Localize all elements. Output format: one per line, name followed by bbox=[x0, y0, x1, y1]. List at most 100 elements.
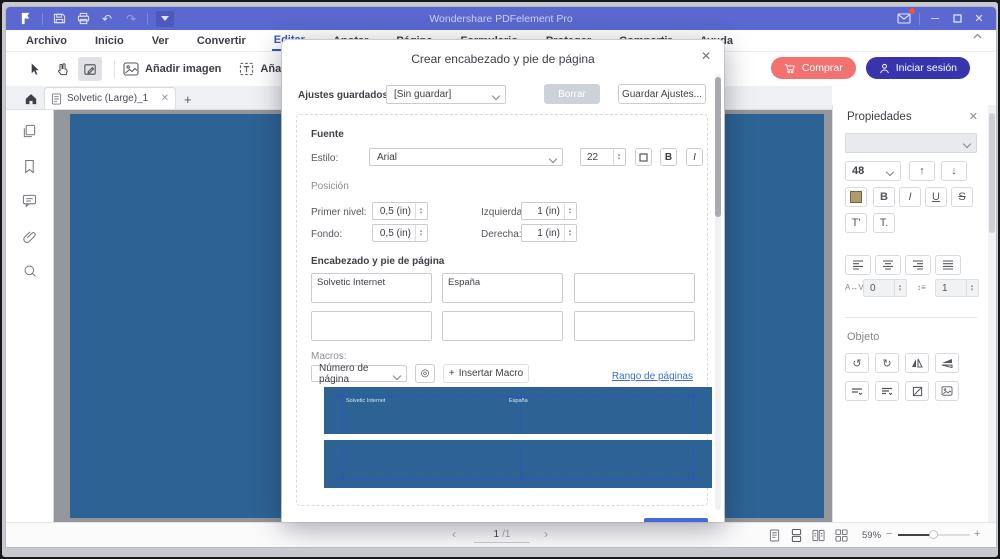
previous-page-icon[interactable]: ‹ bbox=[452, 527, 456, 541]
macro-select[interactable]: Número de página bbox=[311, 363, 407, 385]
print-icon[interactable] bbox=[74, 10, 92, 28]
decrease-size-button[interactable]: ↓ bbox=[941, 161, 967, 181]
distribute-objects-dropdown-icon[interactable] bbox=[875, 381, 899, 401]
dialog-close-icon[interactable]: ✕ bbox=[701, 49, 711, 63]
hand-tool-icon[interactable] bbox=[50, 57, 74, 81]
underline-button[interactable]: U bbox=[925, 187, 947, 207]
document-scrollbar[interactable] bbox=[988, 105, 996, 522]
subscript-button[interactable]: T. bbox=[873, 213, 895, 233]
zoom-slider[interactable] bbox=[898, 530, 970, 539]
font-bold-button[interactable]: B bbox=[660, 148, 677, 166]
grid-view-icon[interactable] bbox=[833, 528, 849, 543]
rotate-left-icon[interactable]: ↺ bbox=[845, 353, 869, 373]
align-center-button[interactable] bbox=[875, 255, 901, 275]
align-right-button[interactable] bbox=[905, 255, 931, 275]
menu-convertir[interactable]: Convertir bbox=[195, 32, 248, 50]
first-level-input[interactable]: 0,5 (in) ▴ ▾ bbox=[372, 202, 428, 220]
zoom-in-icon[interactable]: + bbox=[974, 528, 980, 540]
bold-button[interactable]: B bbox=[873, 187, 895, 207]
document-tab[interactable]: Solvetic (Large)_1 ✕ bbox=[44, 87, 176, 109]
line-spacing-input[interactable]: 1 ▴ ▾ bbox=[935, 279, 979, 297]
header-center-cell[interactable]: España bbox=[442, 273, 563, 303]
right-input[interactable]: 1 (in) ▴ ▾ bbox=[521, 224, 577, 242]
insert-macro-button[interactable]: + Insertar Macro bbox=[443, 364, 529, 383]
menu-inicio[interactable]: Inicio bbox=[93, 32, 126, 50]
strikethrough-button[interactable]: S bbox=[951, 187, 973, 207]
font-family-select[interactable] bbox=[845, 133, 977, 153]
align-objects-dropdown-icon[interactable] bbox=[845, 381, 869, 401]
save-icon[interactable] bbox=[50, 10, 68, 28]
quick-toolbar-dropdown[interactable] bbox=[156, 10, 174, 27]
attachments-icon[interactable] bbox=[19, 225, 41, 247]
align-justify-button[interactable] bbox=[935, 255, 961, 275]
single-page-view-icon[interactable] bbox=[766, 528, 782, 543]
stepper-arrows[interactable]: ▴ ▾ bbox=[894, 280, 905, 296]
undo-icon[interactable]: ↶ bbox=[98, 10, 116, 28]
close-tab-icon[interactable]: ✕ bbox=[161, 93, 169, 104]
buy-button[interactable]: Comprar bbox=[770, 57, 856, 79]
dialog-content-box: Fuente Estilo: Arial 22 ▴ ▾ B I Posición … bbox=[296, 114, 712, 506]
crop-icon[interactable] bbox=[905, 381, 929, 401]
stepper-arrows[interactable]: ▴ ▾ bbox=[564, 225, 575, 241]
minimize-button[interactable]: ─ bbox=[924, 9, 946, 29]
saved-settings-select[interactable]: [Sin guardar] bbox=[386, 85, 506, 104]
macro-settings-icon[interactable]: ◎ bbox=[415, 364, 435, 383]
close-button[interactable]: ✕ bbox=[968, 9, 990, 29]
footer-center-cell[interactable] bbox=[442, 311, 563, 341]
thumbnails-icon[interactable] bbox=[19, 120, 41, 142]
align-left-button[interactable] bbox=[845, 255, 871, 275]
edit-tool-icon[interactable] bbox=[78, 57, 102, 81]
superscript-button[interactable]: T' bbox=[845, 213, 867, 233]
menu-ver[interactable]: Ver bbox=[150, 32, 171, 50]
letter-spacing-input[interactable]: 0 ▴ ▾ bbox=[863, 279, 907, 297]
flip-horizontal-icon[interactable] bbox=[905, 353, 929, 373]
font-style-select[interactable]: Arial bbox=[369, 148, 563, 166]
maximize-button[interactable] bbox=[946, 9, 968, 29]
comments-icon[interactable] bbox=[19, 190, 41, 212]
next-page-icon[interactable]: › bbox=[544, 527, 548, 541]
left-input[interactable]: 1 (in) ▴ ▾ bbox=[521, 202, 577, 220]
stepper-arrows[interactable]: ▴ ▾ bbox=[415, 203, 426, 219]
home-icon[interactable] bbox=[18, 87, 44, 109]
page-number-input[interactable]: 1 /1 bbox=[474, 527, 530, 543]
font-size-input[interactable]: 22 ▴ ▾ bbox=[580, 148, 626, 166]
bookmarks-icon[interactable] bbox=[19, 155, 41, 177]
footer-left-cell[interactable] bbox=[311, 311, 432, 341]
font-italic-button[interactable]: I bbox=[686, 148, 703, 166]
continuous-view-icon[interactable] bbox=[788, 528, 804, 543]
select-tool-icon[interactable] bbox=[22, 57, 46, 81]
font-color-button[interactable] bbox=[635, 148, 652, 166]
search-icon[interactable] bbox=[19, 260, 41, 282]
stepper-arrows[interactable]: ▴ ▾ bbox=[415, 225, 426, 241]
redo-icon[interactable]: ↷ bbox=[122, 10, 140, 28]
font-color-button[interactable] bbox=[845, 187, 867, 207]
sign-in-button[interactable]: Iniciar sesión bbox=[865, 57, 970, 79]
rotate-right-icon[interactable]: ↻ bbox=[875, 353, 899, 373]
menu-archivo[interactable]: Archivo bbox=[24, 32, 69, 50]
stepper-arrows[interactable]: ▴ ▾ bbox=[613, 149, 624, 165]
zoom-out-icon[interactable]: − bbox=[886, 528, 892, 540]
italic-button[interactable]: I bbox=[899, 187, 921, 207]
add-image-button[interactable]: Añadir imagen bbox=[123, 62, 221, 76]
bottom-input[interactable]: 0,5 (in) ▴ ▾ bbox=[372, 224, 428, 242]
collapse-ribbon-icon[interactable] bbox=[973, 33, 982, 39]
two-page-view-icon[interactable] bbox=[810, 528, 826, 543]
zoom-slider-thumb[interactable] bbox=[929, 530, 938, 539]
footer-right-cell[interactable] bbox=[574, 311, 695, 341]
dialog-scrollbar-thumb[interactable] bbox=[715, 77, 721, 217]
stepper-arrows[interactable]: ▴ ▾ bbox=[966, 280, 977, 296]
new-tab-button[interactable]: + bbox=[184, 92, 192, 109]
close-properties-icon[interactable]: ✕ bbox=[969, 110, 978, 123]
stepper-arrows[interactable]: ▴ ▾ bbox=[564, 203, 575, 219]
font-size-select[interactable]: 48 bbox=[845, 161, 901, 181]
header-right-cell[interactable] bbox=[574, 273, 695, 303]
dialog-scrollbar[interactable] bbox=[715, 74, 721, 510]
save-settings-button[interactable]: Guardar Ajustes... bbox=[618, 84, 706, 104]
header-left-cell[interactable]: Solvetic Internet bbox=[311, 273, 432, 303]
notifications-mail-icon[interactable] bbox=[893, 7, 915, 29]
scrollbar-thumb[interactable] bbox=[989, 113, 995, 233]
replace-image-icon[interactable] bbox=[935, 381, 959, 401]
flip-vertical-icon[interactable] bbox=[935, 353, 959, 373]
increase-size-button[interactable]: ↑ bbox=[909, 161, 935, 181]
page-range-link[interactable]: Rango de páginas bbox=[612, 371, 693, 382]
